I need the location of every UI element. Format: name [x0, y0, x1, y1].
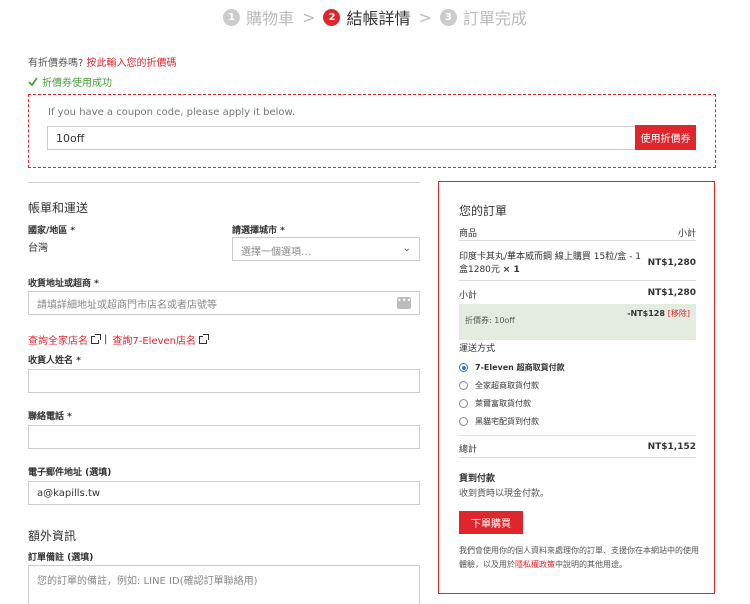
external-link-icon: [199, 333, 210, 344]
store-lookup-links: 查詢全家店名 | 查詢7-Eleven店名: [28, 332, 210, 347]
email-input[interactable]: [28, 481, 420, 505]
email-label: 電子郵件地址 (選填): [28, 468, 112, 478]
shipping-option[interactable]: 萊爾富取貨付款: [459, 398, 531, 409]
coupon-code-input[interactable]: [47, 126, 637, 150]
subtotal-label: 小計: [459, 291, 478, 301]
item-quantity: × 1: [502, 265, 520, 275]
step-number: 2: [323, 8, 341, 26]
step-checkout: 2 結帳詳情: [323, 5, 411, 29]
radio-icon[interactable]: [459, 417, 468, 426]
place-order-button[interactable]: 下單購買: [459, 511, 523, 534]
shipping-option[interactable]: 黑貓宅配貨到付款: [459, 416, 539, 427]
coupon-hint: If you have a coupon code, please apply …: [48, 107, 295, 118]
recipient-name-input[interactable]: [28, 369, 420, 393]
phone-label: 聯絡電話 *: [28, 412, 72, 422]
coupon-toggle-link[interactable]: 按此輸入您的折價碼: [87, 58, 177, 69]
item-name-line2: 盒1280元: [459, 265, 500, 275]
country-value: 台灣: [28, 243, 48, 254]
step-separator: >: [418, 7, 432, 27]
privacy-policy-link[interactable]: 隱私權政策: [515, 560, 555, 569]
total-row: 總計 NT$1,152: [459, 442, 696, 455]
more-options-icon[interactable]: •••: [397, 297, 411, 309]
chevron-down-icon: ⌄: [402, 243, 411, 254]
name-label: 收貨人姓名 *: [28, 356, 81, 366]
apply-coupon-button[interactable]: 使用折價券: [635, 125, 696, 150]
shipping-option-label: 萊爾富取貨付款: [475, 399, 531, 408]
step-cart[interactable]: 1 購物車: [223, 5, 294, 29]
order-title: 您的訂單: [459, 204, 508, 218]
subtotal-row: 小計 NT$1,280: [459, 288, 696, 301]
link-separator: |: [104, 334, 108, 345]
total-value: NT$1,152: [647, 442, 696, 452]
address-label: 收貨地址或超商 *: [28, 279, 99, 289]
order-header-row: 商品 小計: [459, 226, 696, 239]
subtotal-column-header: 小計: [677, 229, 696, 239]
step-number: 1: [223, 8, 241, 26]
step-separator: >: [302, 7, 316, 27]
divider: [459, 280, 696, 281]
checkout-steps: 1 購物車 > 2 結帳詳情 > 3 訂單完成: [0, 5, 750, 29]
step-label: 訂單完成: [462, 9, 527, 28]
coupon-question: 有折價券嗎? 按此輸入您的折價碼: [28, 54, 177, 69]
divider: [459, 457, 696, 458]
order-notes-textarea[interactable]: 您的訂單的備註，例如: LINE ID(確認訂單聯絡用): [28, 565, 420, 604]
phone-input[interactable]: [28, 425, 420, 449]
family-store-link[interactable]: 查詢全家店名: [28, 332, 88, 347]
step-number: 3: [439, 8, 457, 26]
step-complete: 3 訂單完成: [439, 5, 527, 29]
coupon-success-message: 折價券使用成功: [28, 74, 112, 89]
shipping-option-label: 全家超商取貨付款: [475, 381, 539, 390]
radio-icon[interactable]: [459, 399, 468, 408]
city-label: 請選擇城市 *: [232, 226, 285, 236]
shipping-option[interactable]: 7-Eleven 超商取貨付款: [459, 362, 565, 373]
privacy-notice: 我們會使用你的個人資料來處理你的訂單、支援你在本網站中的使用體驗，以及用於隱私權…: [459, 544, 699, 572]
shipping-option[interactable]: 全家超商取貨付款: [459, 380, 539, 391]
notes-label: 訂單備註 (選填): [28, 553, 94, 563]
discount-value-wrap: -NT$128 [移除]: [627, 308, 690, 319]
divider: [459, 435, 696, 436]
step-label: 結帳詳情: [346, 9, 411, 28]
seven-eleven-store-link[interactable]: 查詢7-Eleven店名: [112, 332, 196, 347]
shipping-option-label: 7-Eleven 超商取貨付款: [475, 363, 565, 372]
city-select-placeholder: 選擇一個選項…: [241, 247, 311, 258]
coupon-success-text: 折價券使用成功: [42, 78, 112, 89]
city-select[interactable]: 選擇一個選項… ⌄: [232, 237, 420, 261]
checkmark-icon: [28, 77, 38, 86]
external-link-icon: [91, 333, 101, 344]
remove-coupon-link[interactable]: [移除]: [668, 309, 690, 318]
billing-section-title: 帳單和運送: [28, 201, 89, 215]
step-label: 購物車: [246, 9, 295, 28]
divider: [459, 240, 696, 241]
shipping-label: 運送方式: [459, 344, 496, 354]
discount-row: 折價券: 10off -NT$128 [移除]: [459, 304, 696, 340]
payment-method-title: 貨到付款: [459, 474, 496, 484]
radio-icon[interactable]: [459, 381, 468, 390]
address-placeholder: 請填詳細地址或超商門市店名或者店號等: [37, 300, 217, 311]
country-label: 國家/地區 *: [28, 226, 76, 236]
order-summary: 您的訂單 商品 小計 印度卡其丸/華本威而鋼 線上購買 15粒/盒 - 1 盒1…: [438, 181, 715, 594]
extra-info-title: 額外資訊: [28, 529, 77, 543]
radio-selected-icon[interactable]: [459, 363, 468, 372]
coupon-form: If you have a coupon code, please apply …: [28, 94, 716, 168]
product-column-header: 商品: [459, 229, 478, 239]
privacy-text-post: 中說明的其他用途。: [555, 560, 627, 569]
notes-placeholder: 您的訂單的備註，例如: LINE ID(確認訂單聯絡用): [37, 576, 258, 587]
subtotal-value: NT$1,280: [647, 288, 696, 298]
shipping-option-label: 黑貓宅配貨到付款: [475, 417, 539, 426]
address-input[interactable]: 請填詳細地址或超商門市店名或者店號等 •••: [28, 291, 420, 315]
coupon-question-text: 有折價券嗎?: [28, 58, 84, 69]
discount-value: -NT$128: [627, 309, 665, 318]
divider: [28, 182, 420, 183]
payment-method-desc: 收到貨時以現金付款。: [459, 489, 550, 499]
discount-label: 折價券: 10off: [465, 316, 515, 325]
total-label: 總計: [459, 445, 478, 455]
item-price: NT$1,280: [647, 258, 696, 268]
order-item-row: 印度卡其丸/華本威而鋼 線上購買 15粒/盒 - 1 盒1280元 × 1 NT…: [459, 251, 696, 277]
